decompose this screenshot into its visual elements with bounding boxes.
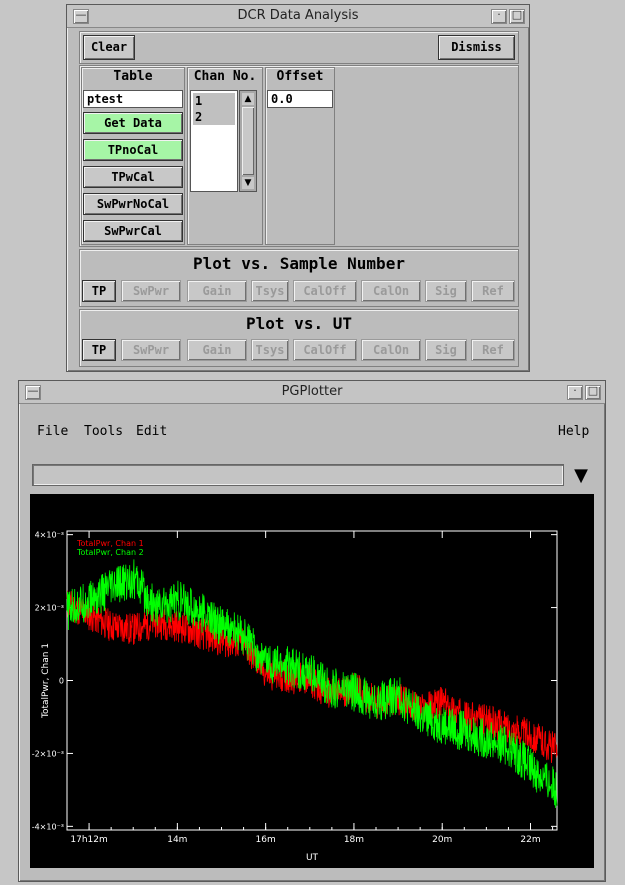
plot-ut-label: Plot vs. UT <box>246 314 352 333</box>
y-tick-label: 0 <box>59 677 64 686</box>
offset-header: Offset <box>276 69 324 84</box>
tpwcal-button[interactable]: TPwCal <box>83 166 183 188</box>
clear-button[interactable]: Clear <box>83 35 135 60</box>
table-header: Table <box>113 69 153 84</box>
x-axis-label: UT <box>306 853 319 863</box>
y-tick-label: -2×10⁻³ <box>32 749 64 758</box>
y-tick-label: 4×10⁻³ <box>35 531 64 540</box>
chan-item-2[interactable]: 2 <box>193 109 235 125</box>
scroll-up-arrow-icon[interactable]: ▲ <box>242 93 254 105</box>
scroll-thumb[interactable] <box>242 107 254 175</box>
x-tick-label: 18m <box>344 835 364 845</box>
sample-ref-button[interactable]: Ref <box>471 280 515 302</box>
command-dropdown-field[interactable] <box>32 464 564 486</box>
chart-svg: 4×10⁻³ 2×10⁻³ 0 -2×10⁻³ -4×10⁻³ 17h12m 14m 16m 1… <box>32 530 558 863</box>
chan-scrollbar[interactable]: ▲ ▼ <box>239 90 257 192</box>
minimize-button[interactable]: · <box>491 8 507 24</box>
sample-gain-button[interactable]: Gain <box>187 280 247 302</box>
ut-tp-button[interactable]: TP <box>82 339 116 361</box>
minimize-button[interactable]: · <box>567 384 583 400</box>
scroll-down-arrow-icon[interactable]: ▼ <box>242 177 254 189</box>
dcr-title-bar[interactable]: — DCR Data Analysis · □ <box>67 5 529 28</box>
ut-swpwr-button[interactable]: SwPwr <box>121 339 181 361</box>
table-input[interactable]: ptest <box>83 90 183 108</box>
chan-item-1[interactable]: 1 <box>193 93 235 109</box>
sample-swpwr-button[interactable]: SwPwr <box>121 280 181 302</box>
tpnocal-button[interactable]: TPnoCal <box>83 139 183 161</box>
menu-file[interactable]: File <box>37 424 68 439</box>
ut-tsys-button[interactable]: Tsys <box>251 339 289 361</box>
ut-caloff-button[interactable]: CalOff <box>293 339 357 361</box>
pg-window-title: PGPlotter <box>281 384 343 399</box>
maximize-icon: □ <box>511 8 523 21</box>
ut-gain-button[interactable]: Gain <box>187 339 247 361</box>
pg-plot-area[interactable]: 4×10⁻³ 2×10⁻³ 0 -2×10⁻³ -4×10⁻³ 17h12m 14m 16m 1… <box>30 494 594 868</box>
legend-entry-1: TotalPwr, Chan 1 <box>76 539 144 548</box>
sample-sig-button[interactable]: Sig <box>425 280 467 302</box>
menu-tools[interactable]: Tools <box>84 424 123 439</box>
plot-sample-label: Plot vs. Sample Number <box>193 254 405 273</box>
swpwrcal-button[interactable]: SwPwrCal <box>83 220 183 242</box>
minimize-icon: · <box>497 8 501 21</box>
swpwrnocal-button[interactable]: SwPwrNoCal <box>83 193 183 215</box>
dcr-window-title: DCR Data Analysis <box>237 8 359 23</box>
x-tick-label: 16m <box>256 835 276 845</box>
sample-calon-button[interactable]: CalOn <box>361 280 421 302</box>
dcr-analysis-window: — DCR Data Analysis · □ Clear Dismiss Ta… <box>66 4 530 372</box>
ut-ref-button[interactable]: Ref <box>471 339 515 361</box>
get-data-button[interactable]: Get Data <box>83 112 183 134</box>
offset-input[interactable]: 0.0 <box>267 90 333 108</box>
x-tick-label: 14m <box>167 835 187 845</box>
x-tick-label: 22m <box>520 835 540 845</box>
chan-header: Chan No. <box>193 69 257 84</box>
pg-title-bar[interactable]: — PGPlotter · □ <box>19 381 605 404</box>
legend-entry-2: TotalPwr, Chan 2 <box>76 548 144 557</box>
menu-help[interactable]: Help <box>558 424 589 439</box>
chan-listbox[interactable]: 1 2 <box>190 90 238 192</box>
x-tick-label: 17h12m <box>70 835 107 845</box>
y-tick-label: 2×10⁻³ <box>35 604 64 613</box>
series-line-2 <box>66 559 558 809</box>
menu-edit[interactable]: Edit <box>136 424 167 439</box>
y-axis-label: TotalPwr, Chan 1 <box>41 643 51 719</box>
dropdown-arrow-icon[interactable]: ▼ <box>570 464 592 486</box>
y-tick-label: -4×10⁻³ <box>32 822 64 831</box>
sample-tsys-button[interactable]: Tsys <box>251 280 289 302</box>
x-tick-label: 20m <box>432 835 452 845</box>
dismiss-button[interactable]: Dismiss <box>438 35 515 60</box>
maximize-button[interactable]: □ <box>585 384 601 400</box>
sample-tp-button[interactable]: TP <box>82 280 116 302</box>
maximize-icon: □ <box>587 384 599 397</box>
ut-sig-button[interactable]: Sig <box>425 339 467 361</box>
minimize-icon: · <box>573 384 577 397</box>
ut-calon-button[interactable]: CalOn <box>361 339 421 361</box>
sample-caloff-button[interactable]: CalOff <box>293 280 357 302</box>
maximize-button[interactable]: □ <box>509 8 525 24</box>
